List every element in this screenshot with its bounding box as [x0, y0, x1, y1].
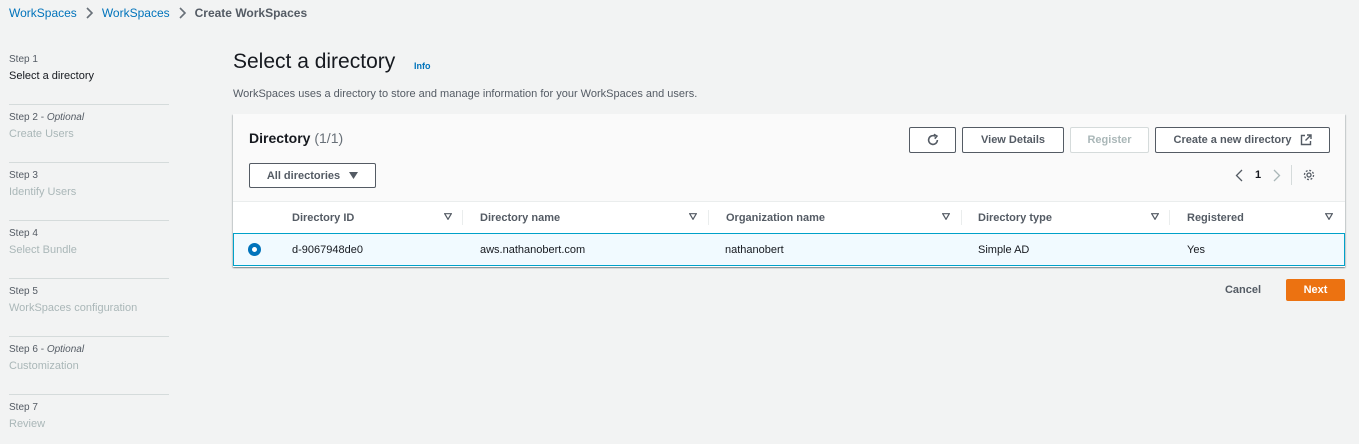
- pager-divider: [1291, 165, 1293, 185]
- breadcrumb: WorkSpaces WorkSpaces Create WorkSpaces: [9, 5, 307, 21]
- external-link-icon: [1300, 134, 1312, 146]
- sort-icon[interactable]: [689, 213, 697, 220]
- chevron-left-icon[interactable]: [1235, 169, 1243, 182]
- next-button[interactable]: Next: [1286, 279, 1345, 301]
- step-number: Step 3: [9, 170, 38, 181]
- wizard-steps: Step 1 Select a directory Step 2 - Optio…: [9, 47, 169, 444]
- sort-icon[interactable]: [942, 213, 950, 220]
- column-separator: [462, 210, 463, 225]
- step-4: Step 4 Select Bundle: [9, 221, 169, 279]
- table-row[interactable]: d-9067948de0 aws.nathanobert.com nathano…: [233, 233, 1345, 266]
- step-number: Step 1: [9, 54, 38, 65]
- register-button[interactable]: Register: [1070, 127, 1149, 153]
- cell-directory-id: d-9067948de0: [292, 243, 363, 256]
- info-link[interactable]: Info: [414, 61, 431, 71]
- view-details-button[interactable]: View Details: [962, 127, 1064, 153]
- step-2: Step 2 - Optional Create Users: [9, 105, 169, 163]
- directory-count: (1/1): [314, 130, 344, 146]
- step-title: Customization: [9, 360, 79, 372]
- sort-icon[interactable]: [444, 213, 452, 220]
- refresh-icon: [926, 133, 940, 147]
- step-title: WorkSpaces configuration: [9, 302, 138, 314]
- step-5: Step 5 WorkSpaces configuration: [9, 279, 169, 337]
- step-7: Step 7 Review: [9, 395, 169, 444]
- column-separator: [1169, 210, 1170, 225]
- directory-table-container: Directory (1/1) View Details Register Cr…: [233, 114, 1345, 267]
- step-title: Create Users: [9, 128, 74, 140]
- refresh-button[interactable]: [909, 127, 956, 153]
- cell-directory-type: Simple AD: [978, 243, 1030, 256]
- create-directory-label: Create a new directory: [1173, 134, 1292, 146]
- cell-registered: Yes: [1187, 243, 1205, 256]
- breadcrumb-link-workspaces[interactable]: WorkSpaces: [9, 6, 77, 20]
- breadcrumb-current: Create WorkSpaces: [194, 6, 308, 20]
- step-number: Step 4: [9, 228, 38, 239]
- step-1[interactable]: Step 1 Select a directory: [9, 47, 169, 105]
- column-separator: [708, 210, 709, 225]
- settings-icon[interactable]: [1302, 168, 1316, 182]
- directory-filter-select[interactable]: All directories: [249, 163, 376, 188]
- chevron-right-icon: [85, 7, 94, 19]
- cell-directory-name: aws.nathanobert.com: [480, 243, 586, 256]
- column-directory-name[interactable]: Directory name: [480, 202, 560, 233]
- column-directory-type[interactable]: Directory type: [978, 202, 1052, 233]
- cell-organization-name: nathanobert: [725, 243, 784, 256]
- step-number: Step 7: [9, 402, 38, 413]
- caret-down-icon: [349, 172, 359, 179]
- cancel-button[interactable]: Cancel: [1212, 279, 1274, 301]
- table-header: Directory ID Directory name Organization…: [233, 202, 1345, 233]
- step-title: Review: [9, 418, 46, 430]
- step-title: Select a directory: [9, 70, 94, 82]
- page-number[interactable]: 1: [1255, 169, 1261, 181]
- breadcrumb-link-workspaces-2[interactable]: WorkSpaces: [102, 6, 170, 20]
- step-number: Step 2 - Optional: [9, 112, 85, 123]
- sort-icon[interactable]: [1325, 213, 1333, 220]
- page-title: Select a directory: [233, 50, 396, 73]
- step-3: Step 3 Identify Users: [9, 163, 169, 221]
- step-title: Select Bundle: [9, 244, 77, 256]
- directory-header: Directory (1/1) View Details Register Cr…: [233, 114, 1345, 202]
- step-number: Step 6 - Optional: [9, 344, 85, 355]
- row-radio-button[interactable]: [248, 243, 261, 256]
- column-directory-id[interactable]: Directory ID: [292, 202, 354, 233]
- column-separator: [961, 210, 962, 225]
- step-6: Step 6 - Optional Customization: [9, 337, 169, 395]
- directory-title: Directory (1/1): [249, 130, 344, 146]
- pagination: 1: [1235, 165, 1316, 185]
- sort-icon[interactable]: [1151, 213, 1159, 220]
- column-organization-name[interactable]: Organization name: [726, 202, 825, 233]
- column-registered[interactable]: Registered: [1187, 202, 1244, 233]
- page-description: WorkSpaces uses a directory to store and…: [233, 88, 698, 100]
- create-directory-button[interactable]: Create a new directory: [1155, 127, 1330, 153]
- step-number: Step 5: [9, 286, 38, 297]
- filter-label: All directories: [266, 169, 341, 182]
- step-title: Identify Users: [9, 186, 77, 198]
- chevron-right-icon[interactable]: [1273, 169, 1281, 182]
- chevron-right-icon: [178, 7, 187, 19]
